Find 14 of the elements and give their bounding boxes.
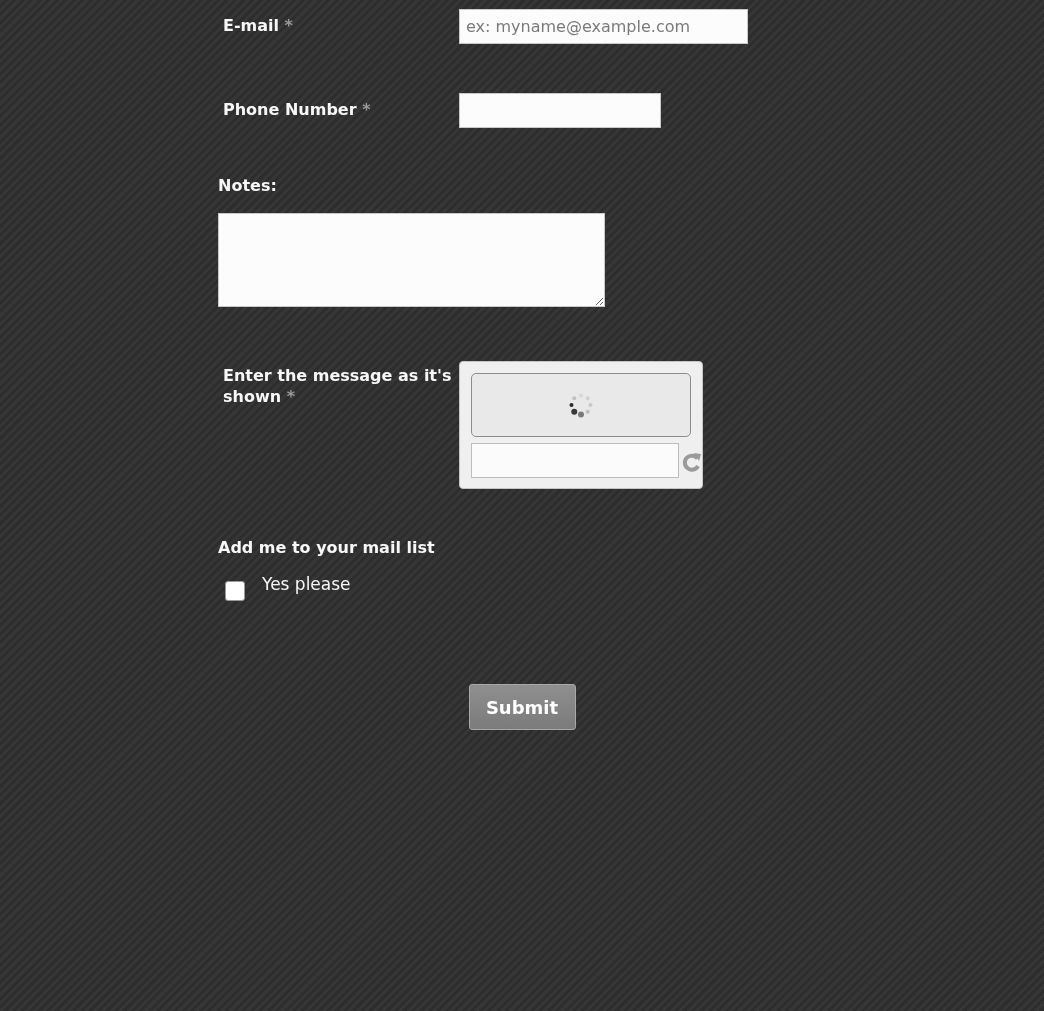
field-label: Phone Number * — [223, 99, 371, 120]
field-label: Add me to your mail list — [218, 538, 435, 558]
checkbox[interactable] — [225, 581, 245, 601]
submit-button[interactable]: Submit — [468, 684, 576, 730]
loading-spinner-icon — [568, 392, 594, 418]
email-input[interactable]: ex: myname@example.com — [459, 9, 748, 44]
field-label: Notes: — [218, 176, 277, 196]
phone-input[interactable] — [459, 93, 661, 128]
captcha-input[interactable] — [471, 443, 679, 478]
notes-textarea[interactable] — [218, 213, 605, 307]
checkbox-label: Yes please — [262, 574, 351, 595]
field-label: Enter the message as it's shown * — [223, 365, 453, 407]
field-label: E-mail * — [223, 15, 293, 36]
refresh-icon[interactable] — [682, 450, 702, 473]
